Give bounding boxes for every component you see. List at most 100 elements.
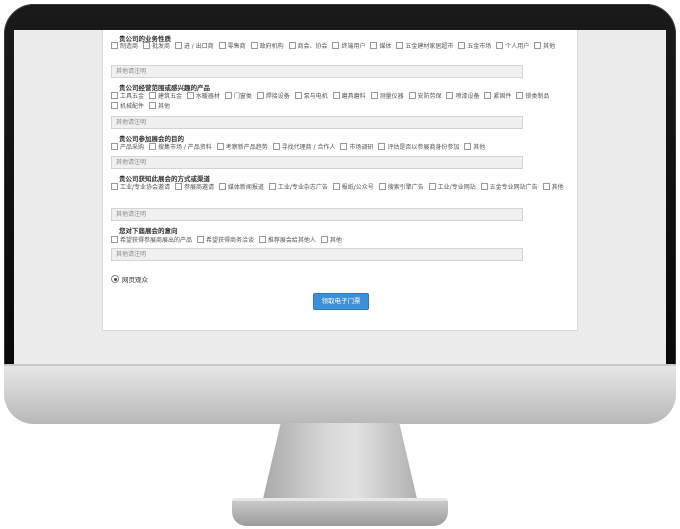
registration-form: 贵公司的业务性质 制造商 批发商 进 / 出口商 零售商 政府机构 商会、协会 … [102, 30, 578, 331]
option-checkbox[interactable]: 搜集市场 / 产品资料 [148, 143, 212, 153]
checkbox-icon [216, 143, 224, 150]
option-checkbox[interactable]: 媒体新闻报道 [218, 183, 264, 193]
option-checkbox[interactable]: 希望获得参展商展出的产品 [111, 236, 192, 246]
option-checkbox[interactable]: 评估是否以参展商身份参加 [378, 143, 459, 153]
options-group: 制造商 批发商 进 / 出口商 零售商 政府机构 商会、协会 终端用户 媒体 五… [111, 42, 571, 52]
option-checkbox[interactable]: 搜索引擎广告 [378, 183, 424, 193]
checkbox-icon [174, 42, 182, 49]
checkbox-icon [250, 42, 258, 49]
checkbox-icon [294, 92, 302, 99]
option-checkbox[interactable]: 其他 [542, 183, 564, 193]
option-checkbox[interactable]: 工业/专业网站 [428, 183, 476, 193]
option-checkbox[interactable]: 水暖器材 [186, 92, 220, 102]
other-input[interactable]: 其他请注明 [111, 156, 523, 169]
other-input[interactable]: 其他请注明 [111, 208, 523, 221]
radio-checked-icon [111, 275, 119, 283]
option-checkbox[interactable]: 希望获得商务洽谈 [196, 236, 254, 246]
option-checkbox[interactable]: 报纸/公众号 [332, 183, 374, 193]
checkbox-icon [370, 92, 378, 99]
checkbox-icon [496, 42, 504, 49]
get-e-ticket-button[interactable]: 领取电子门票 [313, 293, 369, 310]
question-title: 您对下届展会的意向 [119, 227, 178, 235]
checkbox-icon [428, 183, 436, 190]
option-checkbox[interactable]: 工业/专业协会邀请 [111, 183, 170, 193]
option-checkbox[interactable]: 焊接设备 [256, 92, 290, 102]
options-group: 产品采购 搜集市场 / 产品资料 考察新产品趋势 寻找代理商 / 合作人 市场调… [111, 143, 571, 153]
checkbox-icon [464, 143, 472, 150]
option-checkbox[interactable]: 媒体 [370, 42, 391, 52]
checkbox-icon [288, 42, 296, 49]
other-input[interactable]: 其他请注明 [111, 65, 523, 78]
option-checkbox[interactable]: 推荐展会给其他人 [258, 236, 316, 246]
checkbox-icon [111, 236, 118, 243]
checkbox-icon [148, 143, 156, 150]
monitor-stand [262, 423, 418, 503]
option-checkbox[interactable]: 锁类制品 [516, 92, 549, 102]
option-checkbox[interactable]: 其他 [320, 236, 342, 246]
checkbox-icon [332, 42, 340, 49]
option-checkbox[interactable]: 其他 [148, 102, 170, 112]
checkbox-icon [370, 42, 378, 49]
option-checkbox[interactable]: 政府机构 [250, 42, 284, 52]
option-checkbox[interactable]: 其他 [464, 143, 485, 153]
checkbox-icon [408, 92, 416, 99]
screen: 贵公司的业务性质 制造商 批发商 进 / 出口商 零售商 政府机构 商会、协会 … [14, 30, 666, 364]
checkbox-icon [484, 92, 492, 99]
option-checkbox[interactable]: 五金市场 [458, 42, 491, 52]
question-title: 贵公司经营范围或感兴趣的产品 [119, 84, 210, 92]
options-group: 希望获得参展商展出的产品 希望获得商务洽谈 推荐展会给其他人 其他 [111, 236, 571, 246]
option-checkbox[interactable]: 五金专业网站广告 [480, 183, 538, 193]
option-checkbox[interactable]: 参展商邀请 [174, 183, 214, 193]
checkbox-icon [111, 42, 118, 49]
checkbox-icon [378, 183, 386, 190]
option-checkbox[interactable]: 制造商 [111, 42, 138, 52]
checkbox-icon [218, 183, 226, 190]
radio-label: 网页观众 [122, 276, 148, 284]
option-checkbox[interactable]: 紧固件 [484, 92, 511, 102]
option-checkbox[interactable]: 泵与电机 [294, 92, 328, 102]
checkbox-icon [224, 92, 232, 99]
option-checkbox[interactable]: 工业/专业杂志广告 [268, 183, 328, 193]
checkbox-icon [111, 92, 118, 99]
option-checkbox[interactable]: 喷漆设备 [446, 92, 479, 102]
question-title: 贵公司获知此展会的方式或渠道 [119, 175, 210, 183]
option-checkbox[interactable]: 测量仪器 [370, 92, 404, 102]
option-checkbox[interactable]: 工具五金 [111, 92, 144, 102]
option-checkbox[interactable]: 机械配件 [111, 102, 144, 112]
checkbox-icon [174, 183, 182, 190]
option-checkbox[interactable]: 门窗类 [224, 92, 252, 102]
option-checkbox[interactable]: 进 / 出口商 [174, 42, 214, 52]
option-checkbox[interactable]: 建筑五金 [148, 92, 182, 102]
monitor-chin [4, 364, 676, 424]
option-checkbox[interactable]: 个人用户 [496, 42, 529, 52]
visitor-type-radio[interactable]: 网页观众 [111, 274, 148, 284]
checkbox-icon [378, 143, 386, 150]
checkbox-icon [320, 236, 328, 243]
option-checkbox[interactable]: 寻找代理商 / 合作人 [272, 143, 335, 153]
option-checkbox[interactable]: 安防劳保 [408, 92, 442, 102]
question-title: 贵公司参加展会的目的 [119, 135, 184, 143]
option-checkbox[interactable]: 考察新产品趋势 [216, 143, 268, 153]
option-checkbox[interactable]: 五金建材家居超市 [396, 42, 453, 52]
options-group: 工具五金 建筑五金 水暖器材 门窗类 焊接设备 泵与电机 磨具磨料 测量仪器 安… [111, 92, 571, 112]
option-checkbox[interactable]: 磨具磨料 [332, 92, 366, 102]
option-checkbox[interactable]: 其他 [534, 42, 555, 52]
checkbox-icon [534, 42, 542, 49]
other-input[interactable]: 其他请注明 [111, 116, 523, 129]
checkbox-icon [268, 183, 276, 190]
option-checkbox[interactable]: 市场调研 [340, 143, 373, 153]
option-checkbox[interactable]: 终端用户 [332, 42, 365, 52]
option-checkbox[interactable]: 产品采购 [111, 143, 144, 153]
monitor-base [232, 498, 448, 526]
checkbox-icon [148, 92, 156, 99]
checkbox-icon [218, 42, 226, 49]
other-input[interactable]: 其他请注明 [111, 248, 523, 261]
option-checkbox[interactable]: 零售商 [218, 42, 246, 52]
option-checkbox[interactable]: 商会、协会 [288, 42, 328, 52]
option-checkbox[interactable]: 批发商 [142, 42, 170, 52]
checkbox-icon [396, 42, 404, 49]
checkbox-icon [516, 92, 524, 99]
checkbox-icon [111, 183, 118, 190]
checkbox-icon [542, 183, 550, 190]
checkbox-icon [446, 92, 454, 99]
